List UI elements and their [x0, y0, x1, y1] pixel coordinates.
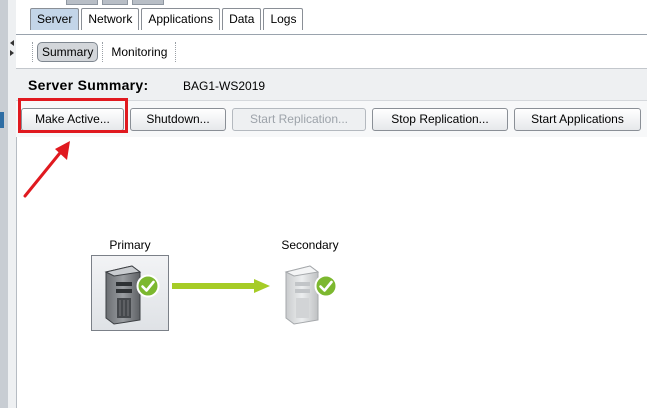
divider — [32, 42, 33, 62]
divider — [102, 42, 104, 62]
expand-right-icon[interactable] — [10, 50, 14, 56]
tab-stub — [66, 0, 98, 5]
secondary-server-node[interactable] — [280, 262, 344, 328]
summary-header: Server Summary: BAG1-WS2019 — [16, 69, 647, 101]
primary-server-node[interactable] — [91, 255, 169, 331]
tab-applications[interactable]: Applications — [141, 8, 221, 30]
secondary-label: Secondary — [281, 238, 339, 252]
top-tab-bar: Server Network Applications Data Logs — [16, 0, 647, 35]
subtab-monitoring[interactable]: Monitoring — [107, 43, 171, 61]
divider — [175, 42, 177, 62]
tab-server[interactable]: Server — [30, 8, 80, 30]
tab-stub — [102, 0, 128, 5]
tab-data[interactable]: Data — [222, 8, 262, 30]
selection-marker — [0, 112, 4, 128]
page-title: Server Summary: — [28, 77, 149, 93]
primary-label: Primary — [109, 238, 151, 252]
tab-logs[interactable]: Logs — [263, 8, 304, 30]
action-toolbar: Make Active... Shutdown... Start Replica… — [16, 101, 647, 137]
check-circle-icon — [314, 274, 338, 298]
red-arrow-icon — [23, 141, 70, 198]
check-circle-icon — [136, 274, 160, 298]
shutdown-button[interactable]: Shutdown... — [130, 108, 226, 131]
start-applications-button[interactable]: Start Applications — [514, 108, 641, 131]
server-name: BAG1-WS2019 — [183, 79, 266, 93]
replication-arrow-icon — [172, 279, 270, 293]
tab-network[interactable]: Network — [81, 8, 140, 30]
tab-stub — [132, 0, 164, 5]
subtab-summary[interactable]: Summary — [37, 42, 99, 62]
start-replication-button[interactable]: Start Replication... — [232, 108, 366, 131]
collapse-left-icon[interactable] — [10, 40, 14, 46]
sub-tab-bar: Summary Monitoring — [16, 35, 647, 69]
stop-replication-button[interactable]: Stop Replication... — [372, 108, 508, 131]
make-active-button[interactable]: Make Active... — [21, 108, 124, 131]
